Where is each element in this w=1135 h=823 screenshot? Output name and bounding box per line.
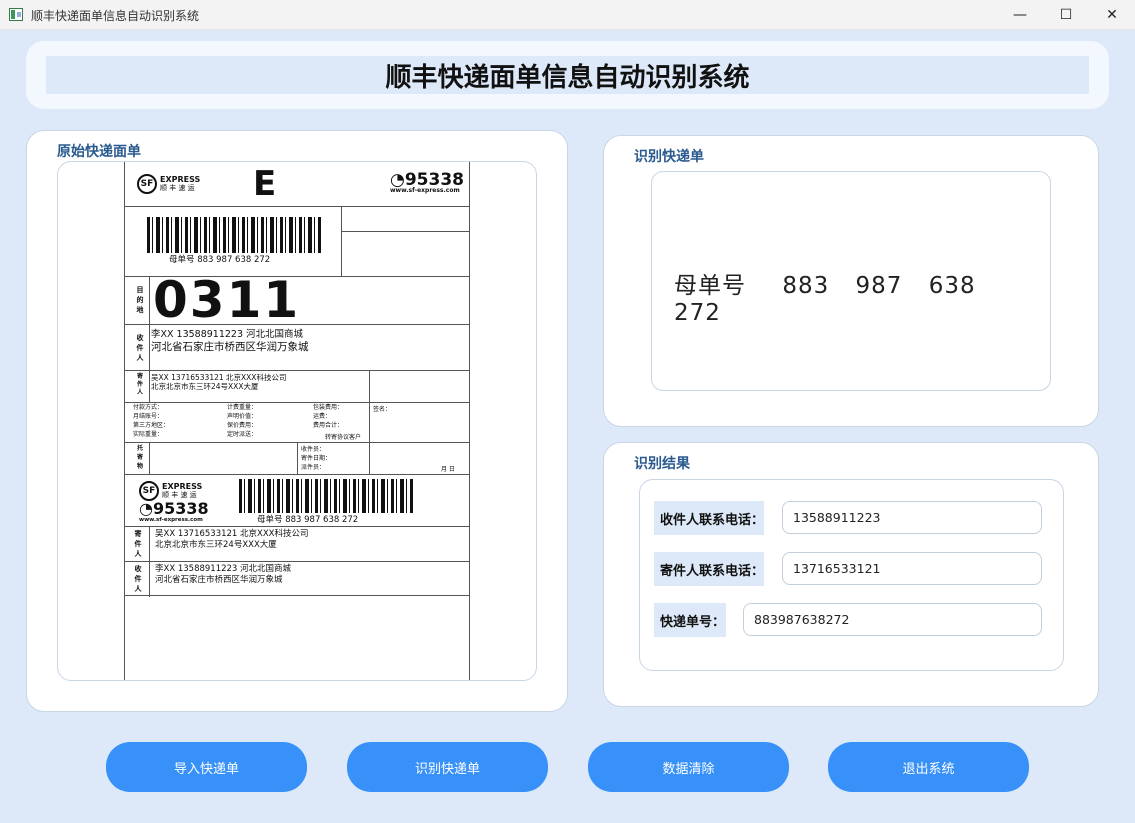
lower-sender-line2: 北京北京市东三环24号XXX大厦	[155, 540, 277, 550]
lower-master-label: 母单号 883 987 638 272	[257, 515, 359, 525]
tracking-number-label: 快递单号：	[654, 603, 726, 637]
recognized-group-3: 638	[928, 273, 976, 299]
lower-hotline: ◔95338	[139, 499, 209, 518]
lower-receiver-label: 收件人	[134, 565, 142, 593]
window-titlebar: 顺丰快递面单信息自动识别系统 — ☐ ✕	[0, 0, 1135, 30]
collector-dispatcher: 派件员：	[301, 464, 326, 471]
waybill-letter: E	[253, 164, 277, 204]
header-card: 顺丰快递面单信息自动识别系统	[26, 41, 1109, 109]
recognized-group-4: 272	[674, 300, 721, 326]
receiver-line2: 河北省石家庄市桥西区华润万象城	[151, 341, 309, 353]
sender-phone-label: 寄件人联系电话：	[654, 552, 764, 586]
recognized-waybill-panel: 识别快递单 母单号 883 987 638 272	[603, 135, 1099, 427]
minimize-button[interactable]: —	[997, 0, 1043, 30]
master-barcode	[147, 217, 322, 253]
payment-row: 付款方式： 月结账号： 第三方地区： 实际重量： 计费重量： 声明价值： 保价费…	[125, 402, 469, 442]
goods-label: 托寄物	[136, 445, 143, 470]
pay-col3: 包装费用： 运费： 费用合计：	[313, 403, 343, 430]
close-button[interactable]: ✕	[1089, 0, 1135, 30]
receiver-phone-label: 收件人联系电话：	[654, 501, 764, 535]
recognized-group-2: 987	[855, 273, 903, 299]
recognized-waybill-label: 识别快递单	[634, 149, 704, 165]
lower-barcode	[239, 479, 414, 513]
destination-code: 0311	[153, 271, 301, 329]
transfer-customer: 转寄协议客户	[325, 434, 362, 441]
lower-sf-logo-mark: SF	[139, 481, 159, 501]
maximize-button[interactable]: ☐	[1043, 0, 1089, 30]
receiver-line1: 李XX 13588911223 河北北国商城	[151, 329, 304, 340]
sf-logo: SF EXPRESS 顺 丰 速 运	[137, 174, 200, 194]
pay-billing-weight: 计费重量：	[227, 404, 258, 411]
lower-barcode-row: SF EXPRESS 顺 丰 速 运 ◔95338 www.sf-express…	[125, 474, 469, 526]
waybill-document: SF EXPRESS 顺 丰 速 运 E ◔95338 www.sf-expre…	[124, 162, 470, 680]
pay-third-party: 第三方地区：	[133, 422, 170, 429]
pay-total: 费用合计：	[313, 422, 344, 429]
sender-label: 寄件人	[136, 373, 143, 396]
pay-col2: 计费重量： 声明价值： 保价费用： 定时派送：	[227, 403, 257, 439]
app-icon	[9, 8, 23, 21]
pay-col1: 付款方式： 月结账号： 第三方地区： 实际重量：	[133, 403, 169, 439]
sender-line2: 北京北京市东三环24号XXX大厦	[151, 382, 259, 391]
pay-freight: 运费：	[313, 413, 332, 420]
collector-date: 寄件日期：	[301, 455, 332, 462]
window-title: 顺丰快递面单信息自动识别系统	[31, 9, 200, 23]
lower-sender-line1: 吴XX 13716533121 北京XXX科技公司	[155, 529, 309, 539]
recognition-result-panel: 识别结果 收件人联系电话： 13588911223 寄件人联系电话： 13716…	[603, 442, 1099, 707]
sender-phone-field[interactable]: 13716533121	[782, 552, 1042, 585]
lower-sender-row: 寄件人 吴XX 13716533121 北京XXX科技公司 北京北京市东三环24…	[125, 526, 469, 562]
import-waybill-button[interactable]: 导入快递单	[106, 742, 307, 792]
recognized-number-text: 母单号 883 987 638 272	[674, 266, 1050, 326]
lower-receiver-line1: 李XX 13588911223 河北北国商城	[155, 564, 292, 574]
collector-col: 收件员： 寄件日期： 派件员：	[301, 445, 331, 472]
original-waybill-panel: 原始快递面单 SF EXPRESS 顺 丰 速 运 E ◔95338 www.s…	[26, 130, 568, 712]
pay-account: 月结账号：	[133, 413, 164, 420]
original-waybill-image: SF EXPRESS 顺 丰 速 运 E ◔95338 www.sf-expre…	[57, 161, 537, 681]
recognized-waybill-image: 母单号 883 987 638 272	[651, 171, 1051, 391]
receiver-row: 收件人 李XX 13588911223 河北北国商城 河北省石家庄市桥西区华润万…	[125, 324, 469, 371]
sender-line1: 吴XX 13716533121 北京XXX科技公司	[151, 373, 287, 382]
sf-logo-mark: SF	[137, 174, 157, 194]
receiver-label: 收件人	[136, 334, 144, 362]
lower-sf-logo: SF EXPRESS 顺 丰 速 运	[139, 481, 202, 501]
result-fields-group: 收件人联系电话： 13588911223 寄件人联系电话： 1371653312…	[639, 479, 1064, 671]
page-title: 顺丰快递面单信息自动识别系统	[385, 62, 750, 93]
destination-label: 目的地	[136, 286, 144, 314]
sf-express-text: EXPRESS	[160, 175, 201, 184]
collector-receiver: 收件员：	[301, 446, 326, 453]
pay-insurance: 保价费用：	[227, 422, 258, 429]
pay-declared-value: 声明价值：	[227, 413, 258, 420]
recognize-waybill-button[interactable]: 识别快递单	[347, 742, 548, 792]
lower-sender-label: 寄件人	[134, 530, 142, 558]
receiver-phone-field[interactable]: 13588911223	[782, 501, 1042, 534]
lower-receiver-row: 收件人 李XX 13588911223 河北北国商城 河北省石家庄市桥西区华润万…	[125, 561, 469, 597]
lower-receiver-line2: 河北省石家庄市桥西区华润万象城	[155, 575, 283, 585]
lower-sf-express-text: EXPRESS	[162, 482, 203, 491]
signature-label: 签名：	[373, 406, 392, 413]
sf-brand-cn: 顺 丰 速 运	[160, 184, 195, 192]
master-number-label: 母单号 883 987 638 272	[169, 255, 271, 265]
recognized-prefix: 母单号	[674, 273, 746, 299]
exit-system-button[interactable]: 退出系统	[828, 742, 1029, 792]
sender-row: 寄件人 吴XX 13716533121 北京XXX科技公司 北京北京市东三环24…	[125, 370, 469, 475]
pay-packaging: 包装费用：	[313, 404, 344, 411]
clear-data-button[interactable]: 数据清除	[588, 742, 789, 792]
tracking-number-field[interactable]: 883987638272	[743, 603, 1042, 636]
header-banner: 顺丰快递面单信息自动识别系统	[46, 56, 1089, 94]
pay-timed-delivery: 定时派送：	[227, 431, 258, 438]
recognition-result-label: 识别结果	[634, 456, 690, 472]
waybill-website: www.sf-express.com	[390, 187, 460, 194]
pay-actual-weight: 实际重量：	[133, 431, 164, 438]
goods-row: 托寄物 收件员： 寄件日期： 派件员： 月 日	[125, 442, 469, 475]
original-waybill-label: 原始快递面单	[57, 144, 141, 160]
month-day: 月 日	[441, 466, 455, 473]
destination-row: 目的地 0311	[125, 271, 469, 329]
pay-method: 付款方式：	[133, 404, 164, 411]
barcode-row: 母单号 883 987 638 272	[125, 206, 469, 277]
lower-website: www.sf-express.com	[139, 517, 203, 523]
recognized-group-1: 883	[782, 273, 830, 299]
